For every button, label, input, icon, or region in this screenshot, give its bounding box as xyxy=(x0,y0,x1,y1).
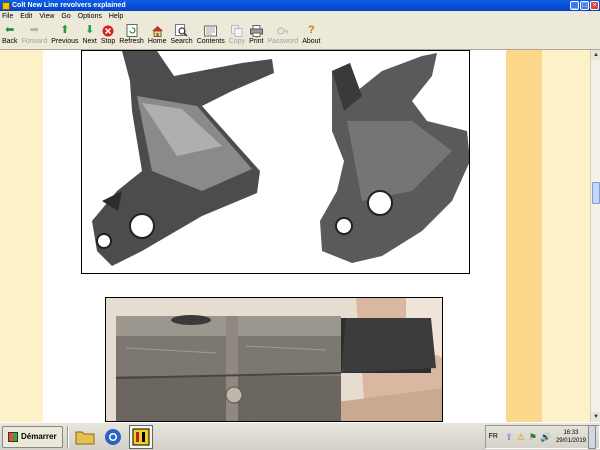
network-icon[interactable]: ⇪ xyxy=(504,432,514,442)
down-arrow-icon: ⬇ xyxy=(85,24,95,36)
contents-icon xyxy=(204,24,218,37)
browser-icon[interactable] xyxy=(101,425,125,449)
clock-date: 29/01/2019 xyxy=(555,437,586,444)
search-icon xyxy=(175,24,189,37)
show-desktop-button[interactable] xyxy=(588,424,596,449)
about-button[interactable]: ? About xyxy=(302,22,320,45)
volume-icon[interactable]: 🔊 xyxy=(540,432,551,442)
menu-options[interactable]: Options xyxy=(78,13,102,20)
stop-icon xyxy=(101,24,115,37)
scroll-down-button[interactable]: ▼ xyxy=(591,412,600,422)
menu-help[interactable]: Help xyxy=(109,13,123,20)
up-arrow-icon: ⬆ xyxy=(60,24,70,36)
help-viewer-task-icon[interactable] xyxy=(128,424,153,449)
frame-block-photo xyxy=(105,297,443,422)
contents-button[interactable]: Contents xyxy=(197,22,225,45)
password-button[interactable]: Password xyxy=(267,22,298,45)
windows-logo-icon xyxy=(8,431,18,442)
stop-button[interactable]: Stop xyxy=(101,22,115,45)
copy-icon xyxy=(230,24,244,37)
title-bar: Colt New Line revolvers explained _ □ × xyxy=(0,0,600,11)
file-explorer-icon[interactable] xyxy=(73,425,97,449)
clock[interactable]: 16:33 29/01/2019 xyxy=(556,429,586,445)
clock-time: 16:33 xyxy=(563,429,579,436)
refresh-icon xyxy=(125,24,139,37)
menu-edit[interactable]: Edit xyxy=(20,13,32,20)
forward-arrow-icon: ➡ xyxy=(29,24,40,36)
back-arrow-icon: ⬅ xyxy=(5,24,15,36)
minimize-button[interactable]: _ xyxy=(570,1,579,10)
copy-button[interactable]: Copy xyxy=(229,22,245,45)
system-tray: FR ⇪ ⚠ ⚑ 🔊 16:33 29/01/2019 xyxy=(484,424,600,449)
start-button[interactable]: Démarrer xyxy=(2,425,63,448)
warning-icon[interactable]: ⚠ xyxy=(516,432,526,442)
home-icon xyxy=(150,24,164,37)
app-icon xyxy=(2,1,10,10)
menu-bar: File Edit View Go Options Help xyxy=(0,11,600,22)
decorative-margin xyxy=(542,50,590,422)
search-button[interactable]: Search xyxy=(171,22,193,45)
toolbar: ⬅ Back ➡ Forward ⬆ Previous ⬇ Next Stop … xyxy=(0,22,600,50)
menu-go[interactable]: Go xyxy=(61,13,70,20)
scroll-thumb[interactable] xyxy=(592,182,600,204)
taskbar-separator xyxy=(66,425,69,448)
maximize-button[interactable]: □ xyxy=(580,1,589,10)
language-indicator[interactable]: FR xyxy=(489,433,498,440)
decorative-stripe xyxy=(506,50,542,422)
print-icon xyxy=(249,24,263,37)
window-title: Colt New Line revolvers explained xyxy=(12,2,126,9)
about-icon: ? xyxy=(307,24,315,36)
taskbar: Démarrer FR ⇪ ⚠ ⚑ 🔊 16:33 29/01/2019 xyxy=(0,422,600,450)
menu-file[interactable]: File xyxy=(2,13,13,20)
close-button[interactable]: × xyxy=(590,1,599,10)
password-icon xyxy=(276,24,290,37)
flag-icon[interactable]: ⚑ xyxy=(528,432,538,442)
hammer-parts-photo xyxy=(81,50,470,274)
vertical-scrollbar[interactable]: ▲ ▼ xyxy=(590,50,600,422)
print-button[interactable]: Print xyxy=(249,22,263,45)
menu-view[interactable]: View xyxy=(39,13,54,20)
forward-button[interactable]: ➡ Forward xyxy=(22,22,48,45)
refresh-button[interactable]: Refresh xyxy=(119,22,144,45)
scroll-up-button[interactable]: ▲ xyxy=(591,50,600,60)
next-button[interactable]: ⬇ Next xyxy=(82,22,96,45)
home-button[interactable]: Home xyxy=(148,22,167,45)
back-button[interactable]: ⬅ Back xyxy=(2,22,18,45)
previous-button[interactable]: ⬆ Previous xyxy=(51,22,78,45)
